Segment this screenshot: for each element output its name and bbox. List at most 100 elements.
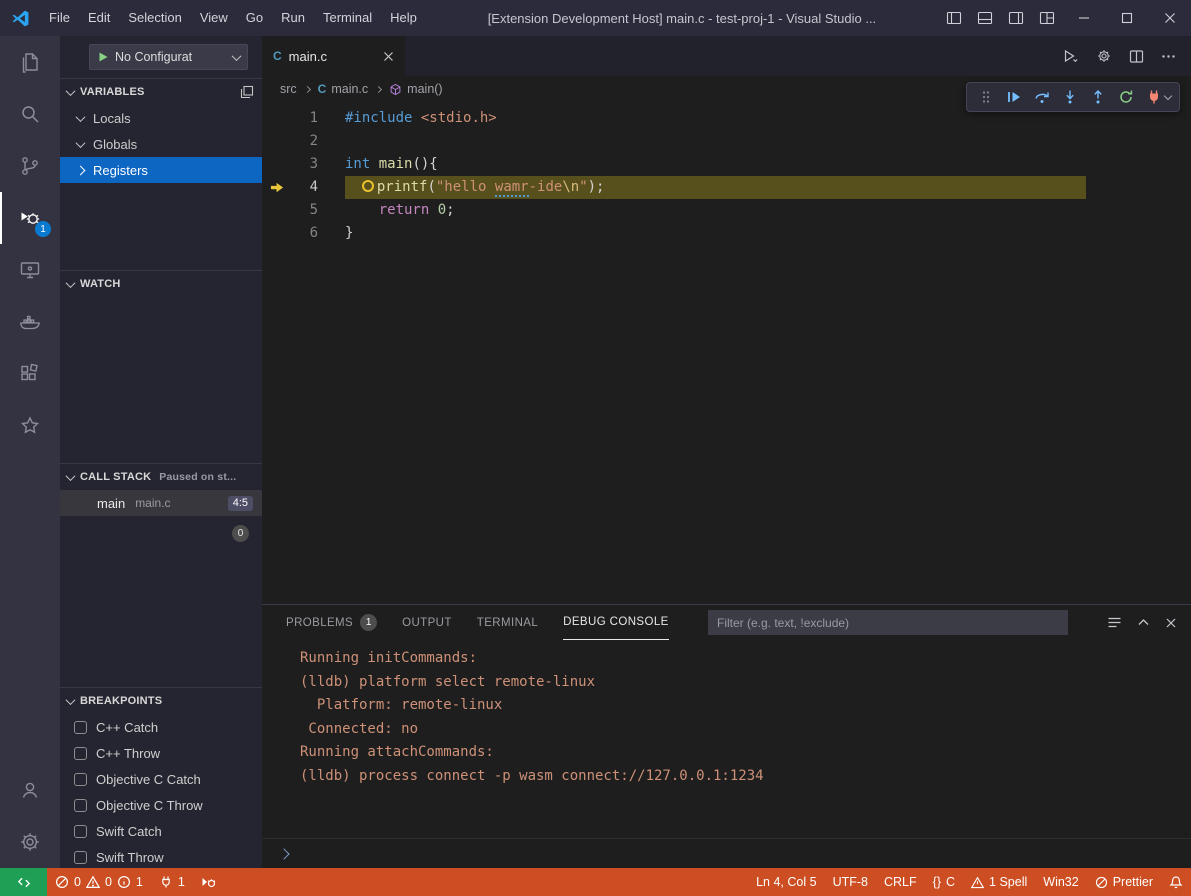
code-line-content[interactable]: }: [318, 222, 353, 245]
code-line-content[interactable]: [318, 130, 345, 153]
breakpoint-item[interactable]: Objective C Catch: [60, 766, 262, 792]
checkbox-unchecked-icon[interactable]: [74, 747, 87, 760]
step-over-button[interactable]: [1029, 84, 1055, 110]
tab-main-c[interactable]: C main.c: [262, 36, 405, 76]
code-line-3[interactable]: 3int main(){: [262, 153, 1191, 176]
menu-selection[interactable]: Selection: [119, 0, 190, 36]
breadcrumb-symbol[interactable]: main(): [389, 82, 442, 96]
variables-item-registers[interactable]: Registers: [60, 157, 262, 183]
checkbox-unchecked-icon[interactable]: [74, 825, 87, 838]
code-line-6[interactable]: 6}: [262, 222, 1191, 245]
split-editor-icon[interactable]: [1129, 49, 1144, 64]
activity-accounts[interactable]: [0, 764, 60, 816]
code-line-2[interactable]: 2: [262, 130, 1191, 153]
debug-console-output[interactable]: Running initCommands:(lldb) platform sel…: [262, 640, 1191, 838]
variables-header[interactable]: VARIABLES: [60, 79, 262, 105]
maximize-panel-icon[interactable]: [1137, 616, 1150, 629]
activity-search[interactable]: [0, 88, 60, 140]
debug-console-input[interactable]: [262, 838, 1191, 868]
watch-header[interactable]: WATCH: [60, 271, 262, 297]
notifications-item[interactable]: [1161, 868, 1191, 896]
toggle-sidebar-icon[interactable]: [938, 0, 969, 36]
gutter-glyph[interactable]: [262, 153, 292, 176]
gutter-glyph[interactable]: [262, 222, 292, 245]
code-line-5[interactable]: 5 return 0;: [262, 199, 1191, 222]
remote-indicator[interactable]: [0, 868, 47, 896]
console-filter-input[interactable]: [708, 610, 1068, 635]
restart-button[interactable]: [1113, 84, 1139, 110]
settings-gear-icon[interactable]: [1096, 48, 1112, 64]
menu-go[interactable]: Go: [237, 0, 272, 36]
toggle-panel-icon[interactable]: [969, 0, 1000, 36]
variables-item-locals[interactable]: Locals: [60, 105, 262, 131]
code-line-content[interactable]: #include <stdio.h>: [318, 107, 497, 130]
activity-wamr-ide[interactable]: [0, 400, 60, 452]
run-file-button[interactable]: [1062, 48, 1079, 64]
gutter-glyph[interactable]: [262, 130, 292, 153]
breakpoints-header[interactable]: BREAKPOINTS: [60, 688, 262, 714]
collapse-all-icon[interactable]: [240, 85, 254, 99]
activity-source-control[interactable]: [0, 140, 60, 192]
debug-current-line-arrow-icon[interactable]: [262, 176, 292, 199]
close-tab-icon[interactable]: [383, 51, 394, 62]
menu-run[interactable]: Run: [272, 0, 314, 36]
maximize-button[interactable]: [1105, 0, 1148, 36]
spell-checker-indicator[interactable]: 1 Spell: [963, 868, 1035, 896]
tab-terminal[interactable]: TERMINAL: [477, 605, 538, 640]
checkbox-unchecked-icon[interactable]: [74, 851, 87, 864]
tab-debug-console[interactable]: DEBUG CONSOLE: [563, 605, 669, 640]
close-panel-icon[interactable]: [1165, 617, 1177, 629]
customize-layout-icon[interactable]: [1031, 0, 1062, 36]
tab-problems[interactable]: PROBLEMS 1: [286, 605, 377, 640]
disconnect-button[interactable]: [1141, 84, 1167, 110]
eol-indicator[interactable]: CRLF: [876, 868, 925, 896]
ports-indicator[interactable]: 1: [151, 868, 193, 896]
menu-help[interactable]: Help: [381, 0, 426, 36]
breakpoint-item[interactable]: Swift Throw: [60, 844, 262, 868]
call-stack-header[interactable]: CALL STACK Paused on st...: [60, 464, 262, 490]
activity-run-and-debug[interactable]: 1: [0, 192, 60, 244]
code-line-4[interactable]: 4 printf("hello wamr-ide\n");: [262, 176, 1191, 199]
step-out-button[interactable]: [1085, 84, 1111, 110]
platform-indicator[interactable]: Win32: [1035, 868, 1086, 896]
close-window-button[interactable]: [1148, 0, 1191, 36]
minimize-button[interactable]: [1062, 0, 1105, 36]
start-debugging-icon[interactable]: [97, 51, 109, 63]
toggle-secondary-sidebar-icon[interactable]: [1000, 0, 1031, 36]
debug-configuration-dropdown[interactable]: No Configurat: [89, 44, 248, 70]
language-mode[interactable]: {} C: [925, 868, 963, 896]
activity-remote-explorer[interactable]: [0, 244, 60, 296]
activity-explorer[interactable]: [0, 36, 60, 88]
gutter-glyph[interactable]: [262, 199, 292, 222]
breadcrumb-file[interactable]: C main.c: [318, 82, 369, 96]
code-line-content[interactable]: printf("hello wamr-ide\n");: [318, 176, 604, 199]
menu-edit[interactable]: Edit: [79, 0, 119, 36]
breakpoint-item[interactable]: C++ Throw: [60, 740, 262, 766]
problems-indicator[interactable]: 0 0 1: [47, 868, 151, 896]
panel-menu-icon[interactable]: [1107, 615, 1122, 630]
activity-extensions[interactable]: [0, 348, 60, 400]
menu-terminal[interactable]: Terminal: [314, 0, 381, 36]
breadcrumb-src[interactable]: src: [280, 82, 297, 96]
checkbox-unchecked-icon[interactable]: [74, 773, 87, 786]
code-line-content[interactable]: int main(){: [318, 153, 438, 176]
gutter-glyph[interactable]: [262, 107, 292, 130]
more-actions-icon[interactable]: [1161, 49, 1176, 64]
formatter-indicator[interactable]: Prettier: [1087, 868, 1161, 896]
activity-settings[interactable]: [0, 816, 60, 868]
breakpoint-item[interactable]: Objective C Throw: [60, 792, 262, 818]
variables-item-globals[interactable]: Globals: [60, 131, 262, 157]
stack-frame-row[interactable]: main main.c 4:5: [60, 490, 262, 516]
cursor-position[interactable]: Ln 4, Col 5: [748, 868, 824, 896]
activity-docker[interactable]: [0, 296, 60, 348]
continue-button[interactable]: [1001, 84, 1027, 110]
toolbar-drag-grip[interactable]: [973, 84, 999, 110]
breakpoint-item[interactable]: C++ Catch: [60, 714, 262, 740]
tab-output[interactable]: OUTPUT: [402, 605, 452, 640]
checkbox-unchecked-icon[interactable]: [74, 799, 87, 812]
breakpoint-item[interactable]: Swift Catch: [60, 818, 262, 844]
step-into-button[interactable]: [1057, 84, 1083, 110]
debug-status-item[interactable]: [193, 868, 224, 896]
code-line-content[interactable]: return 0;: [318, 199, 455, 222]
checkbox-unchecked-icon[interactable]: [74, 721, 87, 734]
